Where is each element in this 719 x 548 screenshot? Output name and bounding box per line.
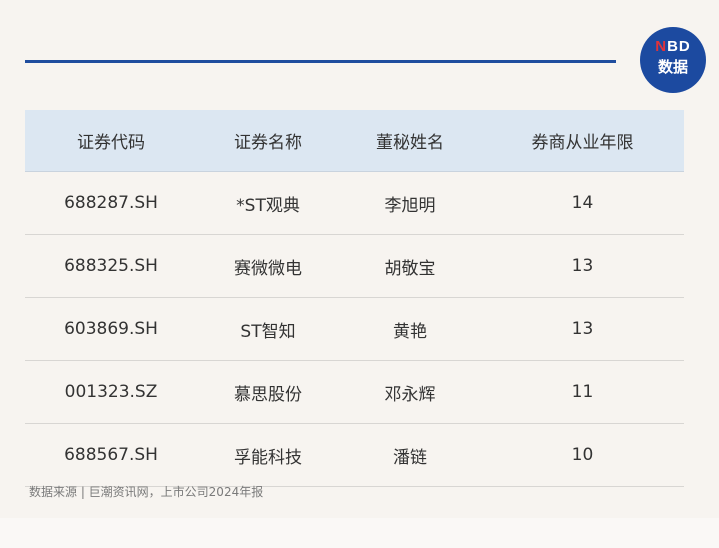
data-source: 数据来源 | 巨潮资讯网，上市公司2024年报 <box>29 485 264 499</box>
logo-bd: BD <box>667 38 691 55</box>
secretary-name: 李旭明 <box>339 171 481 235</box>
secretary-name: 胡敬宝 <box>339 234 481 298</box>
stock-code: 603869.SH <box>25 297 197 361</box>
table-row: 688567.SH 孚能科技 潘链 10 <box>25 423 684 487</box>
stock-code: 688567.SH <box>25 423 197 487</box>
table-row: 001323.SZ 慕思股份 邓永辉 11 <box>25 360 684 424</box>
header-code: 证券代码 <box>25 110 197 172</box>
header-name: 证券名称 <box>197 110 339 172</box>
broker-years: 13 <box>481 297 684 361</box>
header-years: 券商从业年限 <box>481 110 684 172</box>
stock-name: 赛微微电 <box>197 234 339 298</box>
title-bar-line <box>25 60 616 63</box>
stock-name: 慕思股份 <box>197 360 339 424</box>
table-row: 688325.SH 赛微微电 胡敬宝 13 <box>25 234 684 298</box>
secretary-name: 潘链 <box>339 423 481 487</box>
broker-years: 14 <box>481 171 684 235</box>
logo-text: 数据 <box>657 58 688 76</box>
stock-code: 688325.SH <box>25 234 197 298</box>
table-row: 603869.SH ST智知 黄艳 13 <box>25 297 684 361</box>
broker-years: 13 <box>481 234 684 298</box>
stock-name: ST智知 <box>197 297 339 361</box>
secretary-name: 黄艳 <box>339 297 481 361</box>
table-header: 证券代码 证券名称 董秘姓名 券商从业年限 <box>25 110 684 172</box>
secretary-table: 证券代码 证券名称 董秘姓名 券商从业年限 688287.SH *ST观典 李旭明 1… <box>25 110 684 487</box>
logo-n: N <box>655 38 668 55</box>
broker-years: 10 <box>481 423 684 487</box>
table-row: 688287.SH *ST观典 李旭明 14 <box>25 171 684 235</box>
stock-code: 688287.SH <box>25 171 197 235</box>
stock-code: 001323.SZ <box>25 360 197 424</box>
header-secretary: 董秘姓名 <box>339 110 481 172</box>
secretary-name: 邓永辉 <box>339 360 481 424</box>
stock-name: *ST观典 <box>197 171 339 235</box>
footer-band <box>0 518 719 548</box>
broker-years: 11 <box>481 360 684 424</box>
stock-name: 孚能科技 <box>197 423 339 487</box>
nbd-data-logo: NBD 数据 <box>640 27 706 93</box>
